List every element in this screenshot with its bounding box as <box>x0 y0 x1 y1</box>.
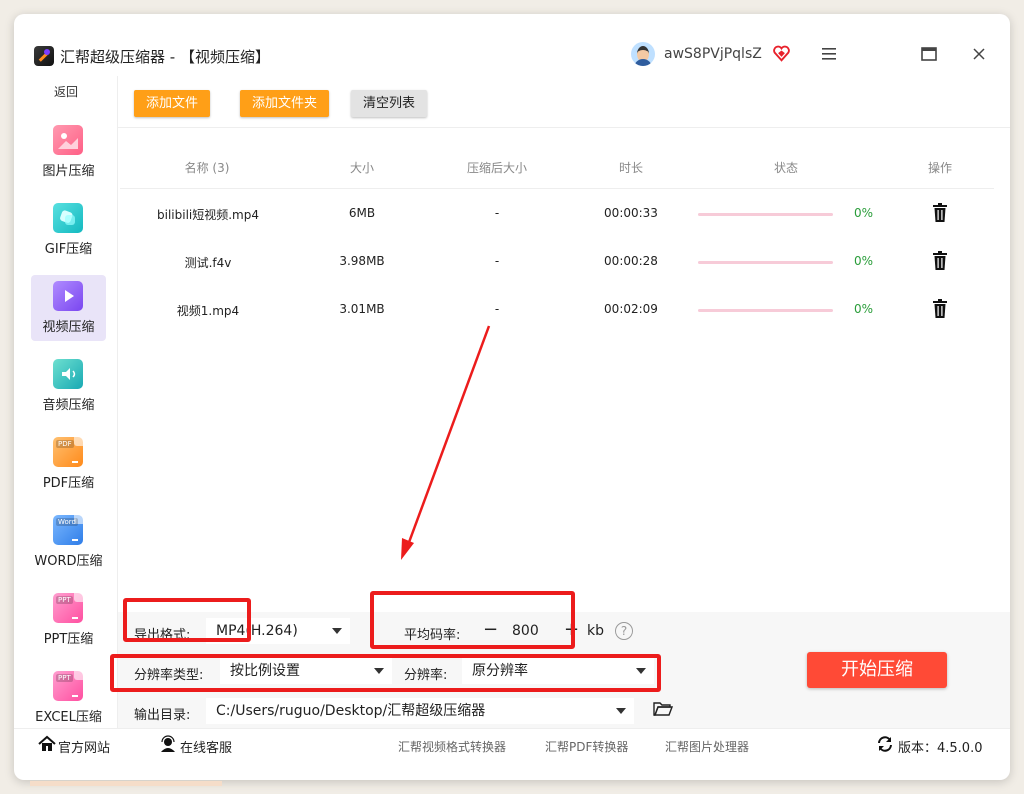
annotation-box-bitrate <box>370 591 575 649</box>
status-percent: 0% <box>854 254 874 268</box>
online-service-link[interactable]: 在线客服 <box>180 737 232 756</box>
column-header-name[interactable]: 名称 (3) <box>185 159 230 176</box>
table-row[interactable]: 测试.f4v 3.98MB - 00:00:28 0% <box>120 238 994 286</box>
app-title: 汇帮超级压缩器 - 【视频压缩】 <box>60 48 270 66</box>
pdf-file-icon: PDF <box>53 437 83 467</box>
annotation-box-format <box>123 598 251 642</box>
excel-file-icon: PPT <box>53 671 83 701</box>
sidebar-item-word[interactable]: Word WORD压缩 <box>31 509 106 575</box>
add-folder-button[interactable]: 添加文件夹 <box>240 90 330 117</box>
sidebar-item-video[interactable]: 视频压缩 <box>31 275 106 341</box>
duration: 00:02:09 <box>604 302 658 316</box>
status-percent: 0% <box>854 302 874 316</box>
file-name: 视频1.mp4 <box>176 304 240 318</box>
help-icon[interactable]: ? <box>615 622 633 640</box>
ppt-file-icon: PPT <box>53 593 83 623</box>
footer-link-pdf-converter[interactable]: 汇帮PDF转换器 <box>545 738 628 755</box>
start-compress-button[interactable]: 开始压缩 <box>807 652 947 688</box>
footer-link-video-converter[interactable]: 汇帮视频格式转换器 <box>398 738 506 755</box>
app-logo-icon <box>34 46 54 66</box>
sidebar-item-label: 视频压缩 <box>42 320 95 335</box>
official-site-link[interactable]: 官方网站 <box>58 737 110 756</box>
output-dir-select[interactable]: C:/Users/ruguo/Desktop/汇帮超级压缩器 <box>206 698 634 724</box>
home-icon[interactable] <box>38 735 56 753</box>
sidebar-item-ppt[interactable]: PPT PPT压缩 <box>31 587 106 653</box>
word-file-icon: Word <box>53 515 83 545</box>
chevron-down-icon <box>616 708 626 714</box>
status-percent: 0% <box>854 206 874 220</box>
sidebar: 返回 图片压缩 GIF压缩 视频压缩 音频压缩 PDF PDF压缩 Word W… <box>14 76 118 728</box>
version-label: 版本：4.5.0.0 <box>898 741 983 756</box>
sidebar-item-label: GIF压缩 <box>44 242 93 257</box>
annotation-box-resolution <box>110 654 661 692</box>
compressed-size: - <box>494 302 500 316</box>
ppt-badge: PPT <box>56 596 73 604</box>
sidebar-item-image[interactable]: 图片压缩 <box>31 119 106 185</box>
trash-icon[interactable] <box>932 203 948 223</box>
column-header-size[interactable]: 大小 <box>350 159 374 176</box>
duration: 00:00:28 <box>604 254 658 268</box>
file-name: bilibili短视频.mp4 <box>157 208 259 222</box>
pdf-badge: PDF <box>56 440 74 448</box>
hamburger-icon[interactable] <box>817 42 841 66</box>
sidebar-item-gif[interactable]: GIF压缩 <box>31 197 106 263</box>
column-header-status[interactable]: 状态 <box>774 159 798 176</box>
trash-icon[interactable] <box>932 299 948 319</box>
audio-icon <box>53 359 83 389</box>
column-header-actions: 操作 <box>927 161 953 175</box>
progress-bar <box>698 309 833 312</box>
bitrate-unit: kb <box>587 623 604 639</box>
column-header-duration[interactable]: 时长 <box>619 159 643 176</box>
footer: 官方网站 在线客服 汇帮视频格式转换器 汇帮PDF转换器 汇帮图片处理器 版本：… <box>14 728 1010 760</box>
sidebar-item-label: WORD压缩 <box>34 554 103 569</box>
compressed-size: - <box>494 254 500 268</box>
username[interactable]: awS8PVjPqlsZ <box>664 46 762 62</box>
file-size: 6MB <box>348 206 376 220</box>
output-dir-value: C:/Users/ruguo/Desktop/汇帮超级压缩器 <box>216 703 486 719</box>
file-size: 3.98MB <box>339 254 385 268</box>
toolbar: 添加文件 添加文件夹 清空列表 <box>118 76 1010 128</box>
excel-badge: PPT <box>56 674 73 682</box>
user-avatar[interactable] <box>631 42 655 66</box>
duration: 00:00:33 <box>604 206 658 220</box>
folder-open-icon[interactable] <box>653 701 673 717</box>
file-size: 3.01MB <box>339 302 385 316</box>
chevron-down-icon <box>332 628 342 634</box>
add-file-button[interactable]: 添加文件 <box>134 90 211 117</box>
file-table: 名称 (3) 大小 压缩后大小 时长 状态 操作 bilibili短视频.mp4… <box>120 128 994 612</box>
back-button[interactable]: 返回 <box>14 83 118 100</box>
gif-icon <box>53 203 83 233</box>
video-play-icon <box>53 281 83 311</box>
footer-link-image-processor[interactable]: 汇帮图片处理器 <box>665 738 749 755</box>
table-row[interactable]: 视频1.mp4 3.01MB - 00:02:09 0% <box>120 286 994 334</box>
compressed-size: - <box>494 206 500 220</box>
trash-icon[interactable] <box>932 251 948 271</box>
image-icon <box>53 125 83 155</box>
clear-list-button[interactable]: 清空列表 <box>351 90 428 117</box>
sidebar-item-label: 图片压缩 <box>42 164 95 179</box>
sidebar-item-pdf[interactable]: PDF PDF压缩 <box>31 431 106 497</box>
sidebar-item-label: EXCEL压缩 <box>35 710 102 725</box>
progress-bar <box>698 261 833 264</box>
output-dir-label: 输出目录: <box>134 708 191 723</box>
word-badge: Word <box>56 518 78 526</box>
close-icon[interactable] <box>967 42 991 66</box>
background-strip <box>30 781 222 786</box>
heart-diamond-icon[interactable] <box>773 45 790 62</box>
sidebar-item-label: 音频压缩 <box>42 398 95 413</box>
file-name: 测试.f4v <box>184 256 232 270</box>
sidebar-item-label: PPT压缩 <box>43 632 94 647</box>
customer-service-icon[interactable] <box>159 735 177 753</box>
refresh-icon[interactable] <box>876 735 894 753</box>
sidebar-item-audio[interactable]: 音频压缩 <box>31 353 106 419</box>
title-bar: 汇帮超级压缩器 - 【视频压缩】 awS8PVjPqlsZ <box>14 14 1010 76</box>
column-header-compressed-size[interactable]: 压缩后大小 <box>467 159 527 176</box>
table-row[interactable]: bilibili短视频.mp4 6MB - 00:00:33 0% <box>120 190 994 238</box>
sidebar-item-excel[interactable]: PPT EXCEL压缩 <box>31 665 106 731</box>
progress-bar <box>698 213 833 216</box>
sidebar-item-label: PDF压缩 <box>42 476 95 491</box>
maximize-icon[interactable] <box>917 42 941 66</box>
header-divider <box>120 188 994 189</box>
